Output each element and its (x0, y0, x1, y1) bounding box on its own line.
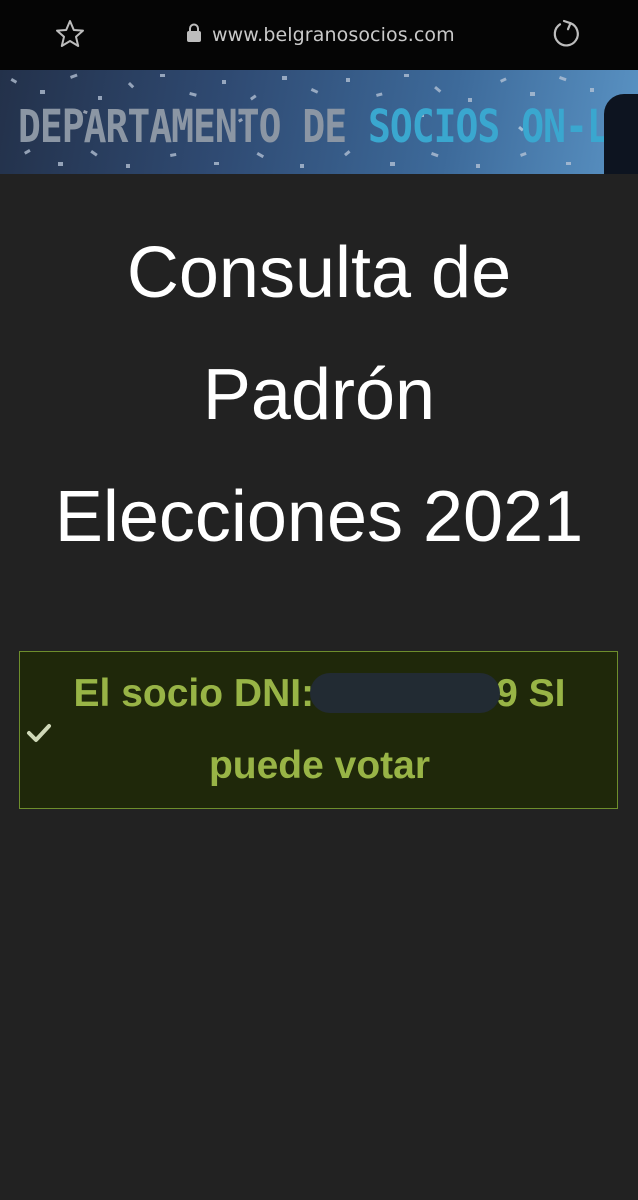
result-line-2: puede votar (208, 744, 431, 787)
url-text[interactable]: www.belgranosocios.com (212, 24, 455, 46)
url-bar[interactable]: www.belgranosocios.com (186, 20, 455, 50)
page-title: Consulta de Padrón Elecciones 2021 (0, 212, 638, 578)
page-title-line-2: Padrón (202, 355, 436, 435)
browser-toolbar: www.belgranosocios.com (0, 0, 638, 70)
page-title-line-3: Elecciones 2021 (54, 477, 584, 557)
lock-icon (186, 23, 202, 47)
star-icon[interactable] (52, 16, 88, 52)
person-silhouette (604, 94, 638, 174)
result-alert: El socio DNI: 9 SI puede votar (19, 651, 618, 809)
reload-icon[interactable] (548, 16, 584, 52)
banner-title: DEPARTAMENTO DE SOCIOS ON-LINE (18, 100, 638, 153)
result-prefix: El socio DNI: (73, 672, 315, 715)
header-banner: DEPARTAMENTO DE SOCIOS ON-LINE (0, 70, 638, 174)
redacted-dni (310, 672, 501, 713)
banner-title-part2: SOCIOS ON-LINE (368, 100, 638, 153)
result-dni-suffix: 9 SI (496, 672, 566, 715)
page-title-line-1: Consulta de (126, 233, 512, 313)
check-icon (26, 722, 52, 744)
banner-title-part1: DEPARTAMENTO DE (18, 100, 369, 153)
result-line-1: El socio DNI: 9 SI (20, 672, 619, 716)
